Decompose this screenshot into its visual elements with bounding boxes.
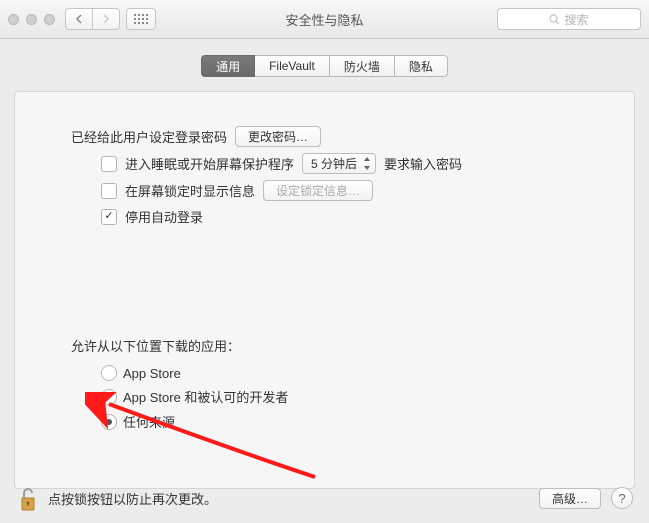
change-password-button[interactable]: 更改密码… [235,126,321,147]
advanced-button[interactable]: 高级… [539,488,601,509]
radio-anywhere-label: 任何来源 [123,412,175,431]
require-password-label: 进入睡眠或开始屏幕保护程序 [125,154,294,173]
chevron-left-icon [75,14,83,24]
lock-message-checkbox[interactable] [101,183,117,199]
tab-general[interactable]: 通用 [201,55,255,77]
back-button[interactable] [65,8,93,30]
disable-auto-login-checkbox[interactable] [101,209,117,225]
grid-icon [134,14,148,24]
titlebar: 安全性与隐私 搜索 [0,0,649,39]
show-all-button[interactable] [126,8,156,30]
lock-text: 点按锁按钮以防止再次更改。 [48,489,217,508]
help-button[interactable]: ? [611,487,633,509]
search-icon [549,14,560,25]
nav-buttons [65,8,120,30]
zoom-window-icon[interactable] [44,14,55,25]
tab-label: FileVault [269,59,315,73]
delay-select[interactable]: 5 分钟后 [302,153,376,174]
download-sources-section: 允许从以下位置下载的应用： App Store App Store 和被认可的开… [41,336,608,431]
search-placeholder: 搜索 [564,11,588,28]
tab-bar: 通用 FileVault 防火墙 隐私 [0,55,649,77]
lock-button[interactable] [16,484,38,512]
tab-label: 防火墙 [344,58,380,75]
chevron-right-icon [102,14,110,24]
tab-filevault[interactable]: FileVault [255,55,330,77]
require-password-suffix: 要求输入密码 [384,154,462,173]
password-set-label: 已经给此用户设定登录密码 [71,127,227,146]
set-lock-message-button[interactable]: 设定锁定信息… [263,180,373,201]
close-window-icon[interactable] [8,14,19,25]
radio-app-store[interactable] [101,365,117,381]
forward-button[interactable] [93,8,120,30]
search-input[interactable]: 搜索 [497,8,641,30]
footer: 点按锁按钮以防止再次更改。 高级… ? [0,473,649,523]
help-icon: ? [618,491,625,506]
tab-label: 隐私 [409,58,433,75]
disable-auto-login-label: 停用自动登录 [125,207,203,226]
lock-message-label: 在屏幕锁定时显示信息 [125,181,255,200]
radio-identified-devs[interactable] [101,389,117,405]
tab-privacy[interactable]: 隐私 [395,55,448,77]
download-sources-title: 允许从以下位置下载的应用： [71,336,608,355]
minimize-window-icon[interactable] [26,14,37,25]
require-password-checkbox[interactable] [101,156,117,172]
radio-identified-devs-label: App Store 和被认可的开发者 [123,387,288,406]
tab-label: 通用 [216,58,240,75]
lock-open-icon [16,484,38,512]
window-controls [8,14,55,25]
tab-firewall[interactable]: 防火墙 [330,55,395,77]
radio-app-store-label: App Store [123,366,181,381]
radio-anywhere[interactable] [101,414,117,430]
content-pane: 已经给此用户设定登录密码 更改密码… 进入睡眠或开始屏幕保护程序 5 分钟后 要… [14,91,635,489]
